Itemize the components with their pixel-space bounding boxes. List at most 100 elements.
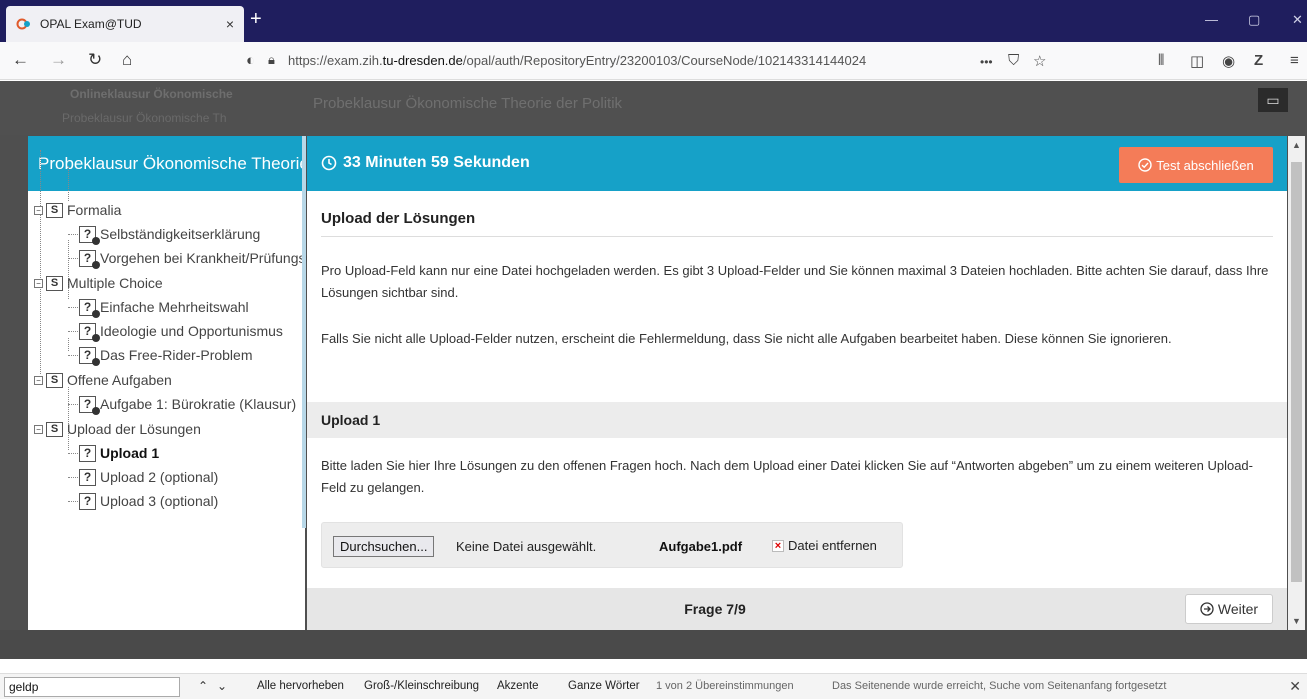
background-footer: [0, 630, 1307, 659]
highlight-all-option[interactable]: Alle hervorheben: [257, 680, 344, 692]
browser-tab[interactable]: OPAL Exam@TUD ×: [6, 6, 244, 42]
find-previous-button[interactable]: ⌃: [198, 679, 208, 693]
forward-icon[interactable]: →: [50, 50, 67, 70]
collapse-icon[interactable]: −: [34, 424, 43, 434]
url-bar[interactable]: https://exam.zih.tu-dresden.de/opal/auth…: [288, 53, 866, 68]
question-icon: ?: [79, 225, 100, 245]
whole-words-option[interactable]: Ganze Wörter: [568, 680, 640, 692]
window-close-icon[interactable]: ✕: [1292, 12, 1303, 28]
tree-branch: [68, 331, 78, 332]
opal-favicon-icon: [16, 16, 32, 32]
panel-divider: [302, 136, 306, 528]
delete-icon: ×: [772, 539, 784, 552]
finish-test-button[interactable]: Test abschließen: [1119, 147, 1273, 183]
divider: [321, 236, 1273, 237]
tree-section-offene-aufgaben[interactable]: − S Offene Aufgaben: [34, 368, 172, 392]
maximize-icon[interactable]: ▢: [1248, 12, 1260, 28]
question-content-panel: 33 Minuten 59 Sekunden Test abschließen …: [307, 136, 1287, 630]
menu-icon[interactable]: ≡: [1290, 52, 1299, 69]
library-icon[interactable]: ⫴: [1158, 52, 1164, 69]
question-icon: ?: [79, 322, 100, 342]
home-icon[interactable]: ⌂: [122, 50, 132, 70]
match-case-option[interactable]: Groß-/Kleinschreibung: [364, 680, 479, 692]
tree-line: [68, 338, 69, 351]
countdown-timer: 33 Minuten 59 Sekunden: [321, 154, 530, 172]
scroll-up-icon[interactable]: ▲: [1288, 140, 1305, 150]
tree-item-upload-3[interactable]: ? Upload 3 (optional): [79, 489, 218, 513]
sidebar-toggle-icon[interactable]: ◫: [1190, 52, 1204, 70]
hint-paragraph: Falls Sie nicht alle Upload-Felder nutze…: [321, 331, 1172, 346]
next-button[interactable]: Weiter: [1185, 594, 1273, 624]
match-diacritics-option[interactable]: Akzente: [497, 680, 539, 692]
tree-branch: [68, 307, 78, 308]
section-title: Upload der Lösungen: [321, 210, 476, 227]
tree-branch: [68, 501, 78, 502]
clock-icon: [321, 155, 337, 171]
pocket-icon[interactable]: ⛉: [1008, 52, 1019, 69]
section-icon: S: [46, 202, 63, 218]
section-icon: S: [46, 275, 63, 291]
account-icon[interactable]: ◉: [1222, 52, 1235, 70]
collapse-icon[interactable]: −: [34, 278, 43, 288]
find-input[interactable]: [4, 677, 180, 697]
tree-item-question[interactable]: ? Aufgabe 1: Bürokratie (Klausur): [79, 392, 296, 416]
tree-item-upload-1[interactable]: ? Upload 1: [79, 441, 159, 465]
test-title: Probeklausur Ökonomische Theorie der Pol…: [28, 136, 305, 191]
background-breadcrumb: Onlineklausur Ökonomische: [70, 87, 233, 101]
tree-item-question[interactable]: ? Das Free-Rider-Problem: [79, 343, 252, 367]
tree-branch: [68, 355, 78, 356]
find-next-button[interactable]: ⌄: [217, 679, 227, 693]
question-icon: ?: [79, 468, 96, 486]
scrollbar-thumb[interactable]: [1291, 162, 1302, 582]
collapse-icon[interactable]: −: [34, 205, 43, 215]
minimize-icon[interactable]: —: [1205, 12, 1218, 27]
question-icon: ?: [79, 444, 96, 462]
tab-title: OPAL Exam@TUD: [40, 17, 142, 31]
shield-icon[interactable]: ◐: [246, 52, 255, 69]
tree-branch: [68, 453, 78, 454]
tree-section-formalia[interactable]: − S Formalia: [34, 198, 121, 222]
browser-tab-bar: OPAL Exam@TUD × + — ▢ ✕: [0, 0, 1307, 42]
background-maximize-icon: ▭: [1258, 88, 1288, 112]
content-scrollbar[interactable]: ▲ ▼: [1288, 136, 1305, 630]
find-bar: ⌃ ⌄ Alle hervorheben Groß-/Kleinschreibu…: [0, 673, 1307, 699]
question-icon: ?: [79, 346, 100, 366]
tree-item-question[interactable]: ? Einfache Mehrheitswahl: [79, 295, 249, 319]
file-upload-field: Durchsuchen... Keine Datei ausgewählt. A…: [321, 522, 903, 568]
browse-button[interactable]: Durchsuchen...: [333, 536, 435, 557]
tree-branch: [68, 258, 78, 259]
reload-icon[interactable]: ↻: [88, 50, 102, 70]
zotero-icon[interactable]: Z: [1254, 52, 1263, 69]
upload-question-title: Upload 1: [321, 412, 381, 428]
tree-branch: [68, 404, 78, 405]
tree-item-question[interactable]: ? Selbständigkeitserklärung: [79, 222, 260, 246]
tab-close-icon[interactable]: ×: [226, 16, 234, 32]
bookmark-star-icon[interactable]: ☆: [1033, 52, 1046, 70]
collapse-icon[interactable]: −: [34, 375, 43, 385]
tree-item-question[interactable]: ? Ideologie und Opportunismus: [79, 319, 283, 343]
tree-line: [40, 150, 41, 374]
lock-icon: 🔒︎: [268, 52, 275, 67]
tree-section-upload[interactable]: − S Upload der Lösungen: [34, 417, 201, 441]
section-icon: S: [46, 421, 63, 437]
tree-branch: [68, 234, 78, 235]
remove-file-link[interactable]: × Datei entfernen: [772, 538, 877, 553]
page-actions-icon[interactable]: •••: [980, 55, 993, 69]
background-breadcrumb-sub: Probeklausur Ökonomische Th: [62, 111, 227, 125]
new-tab-button[interactable]: +: [250, 8, 262, 30]
match-count: 1 von 2 Übereinstimmungen: [656, 680, 794, 692]
tree-line: [68, 166, 69, 201]
question-navigation-panel: Probeklausur Ökonomische Theorie der Pol…: [28, 136, 373, 630]
find-close-icon[interactable]: ✕: [1289, 678, 1301, 695]
question-icon: ?: [79, 298, 100, 318]
find-status: Das Seitenende wurde erreicht, Suche vom…: [832, 680, 1167, 692]
tree-item-upload-2[interactable]: ? Upload 2 (optional): [79, 465, 218, 489]
question-icon: ?: [79, 395, 100, 415]
check-circle-icon: [1138, 158, 1152, 172]
background-page-title: Probeklausur Ökonomische Theorie der Pol…: [313, 95, 623, 112]
instructions-paragraph: Pro Upload-Feld kann nur eine Datei hoch…: [321, 263, 1269, 300]
tree-section-multiple-choice[interactable]: − S Multiple Choice: [34, 271, 163, 295]
tree-branch: [68, 477, 78, 478]
back-icon[interactable]: ←: [12, 50, 29, 70]
scroll-down-icon[interactable]: ▼: [1288, 616, 1305, 626]
